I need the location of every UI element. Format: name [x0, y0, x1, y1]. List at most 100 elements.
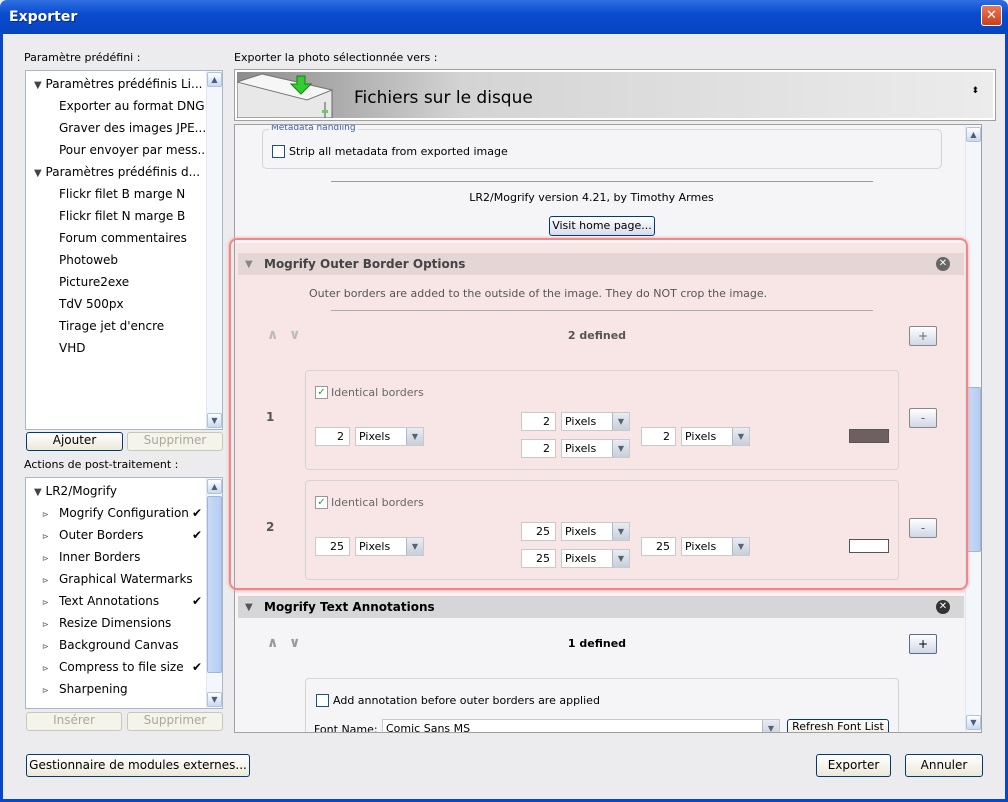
checkmark-icon: ✔ [192, 660, 203, 674]
preset-group-label: Paramètres prédéfinis d... [45, 165, 201, 179]
checkmark-icon: ✔ [192, 594, 203, 608]
text-section-header[interactable]: Mogrify Text Annotations [238, 596, 964, 618]
scroll-up-icon[interactable]: ▲ [207, 479, 222, 494]
preset-item[interactable]: Picture2exe [59, 275, 129, 289]
scroll-thumb[interactable] [207, 496, 222, 673]
scroll-up-icon[interactable]: ▲ [207, 72, 222, 87]
preset-item[interactable]: Graver des images JPE... [59, 121, 206, 135]
remove-preset-button[interactable]: Supprimer [127, 432, 223, 451]
action-label: Background Canvas [59, 638, 179, 652]
preset-item[interactable]: VHD [59, 341, 85, 355]
preset-group[interactable]: ▼ Paramètres prédéfinis d... [34, 165, 200, 179]
destination-label: Exporter la photo sélectionnée vers : [234, 51, 438, 64]
scroll-thumb[interactable] [966, 387, 981, 552]
expand-triangle-icon[interactable]: ▼ [34, 487, 42, 498]
close-button[interactable]: ✕ [981, 5, 1002, 26]
action-item[interactable]: ⊳ Graphical Watermarks [42, 572, 206, 586]
remove-action-button[interactable]: Supprimer [127, 712, 223, 731]
preset-group-label: Paramètres prédéfinis Li... [45, 77, 203, 91]
strip-metadata-checkbox[interactable] [272, 145, 285, 158]
action-item[interactable]: ⊳ Resize Dimensions [42, 616, 206, 630]
add-annotation-button[interactable]: + [909, 634, 937, 654]
scroll-up-icon[interactable]: ▲ [966, 127, 981, 142]
preset-item[interactable]: Flickr filet B marge N [59, 187, 185, 201]
preset-item[interactable]: TdV 500px [59, 297, 124, 311]
updown-icon: ⬍ [971, 86, 979, 96]
preset-item[interactable]: Exporter au format DNG [59, 99, 205, 113]
action-label: Graphical Watermarks [59, 572, 193, 586]
title-bar [0, 0, 1008, 34]
action-item[interactable]: ⊳ Inner Borders [42, 550, 206, 564]
export-button[interactable]: Exporter [816, 754, 891, 777]
action-label: Mogrify Configuration [59, 506, 189, 520]
scroll-down-icon[interactable]: ▼ [207, 413, 222, 428]
action-item[interactable]: ⊳ Background Canvas [42, 638, 206, 652]
highlight-outline [229, 238, 968, 590]
divider [331, 181, 873, 182]
actions-label: Actions de post-traitement : [24, 458, 179, 471]
arrow-right-icon: ⊳ [42, 620, 49, 629]
strip-metadata-label: Strip all metadata from exported image [289, 145, 508, 158]
arrow-right-icon: ⊳ [42, 598, 49, 607]
cancel-button[interactable]: Annuler [905, 754, 983, 777]
action-label: Inner Borders [59, 550, 141, 564]
arrow-right-icon: ⊳ [42, 554, 49, 563]
action-item[interactable]: ⊳ Outer Borders ✔ [42, 528, 206, 542]
checkmark-icon: ✔ [192, 506, 203, 520]
arrow-right-icon: ⊳ [42, 686, 49, 695]
version-text: LR2/Mogrify version 4.21, by Timothy Arm… [469, 191, 714, 204]
action-item[interactable]: ⊳ Text Annotations ✔ [42, 594, 206, 608]
scroll-down-icon[interactable]: ▼ [966, 715, 981, 730]
text-section-title: Mogrify Text Annotations [264, 600, 435, 614]
before-borders-checkbox[interactable] [316, 694, 329, 707]
actions-list[interactable]: ▼ LR2/Mogrify ⊳ Mogrify Configuration ✔ ⊳ Out… [25, 477, 223, 709]
insert-button[interactable]: Insérer [26, 712, 122, 731]
action-group[interactable]: ▼ LR2/Mogrify [34, 484, 117, 498]
arrow-right-icon: ⊳ [42, 532, 49, 541]
preset-group[interactable]: ▼ Paramètres prédéfinis Li... [34, 77, 202, 91]
add-preset-button[interactable]: Ajouter [26, 432, 123, 451]
destination-select[interactable]: Fichiers sur le disque ⬍ [234, 69, 996, 121]
preset-item[interactable]: Photoweb [59, 253, 118, 267]
scroll-down-icon[interactable]: ▼ [207, 692, 222, 707]
text-count: 1 defined [567, 637, 627, 650]
window-title: Exporter [9, 9, 78, 25]
hard-drive-icon [237, 73, 334, 118]
font-name-value: Comic Sans MS [386, 722, 471, 733]
action-label: Resize Dimensions [59, 616, 172, 630]
close-section-icon[interactable]: ✕ [936, 600, 950, 614]
action-label: Text Annotations [59, 594, 160, 608]
preset-item[interactable]: Pour envoyer par mess... [59, 143, 209, 157]
action-label: Outer Borders [59, 528, 144, 542]
metadata-legend: Metadata handling [269, 124, 358, 133]
before-borders-label: Add annotation before outer borders are … [333, 694, 600, 707]
expand-triangle-icon[interactable]: ▼ [34, 80, 42, 91]
preset-item[interactable]: Tirage jet d'encre [59, 319, 164, 333]
collapse-icon[interactable]: ▼ [245, 602, 253, 613]
visit-home-button[interactable]: Visit home page... [549, 216, 655, 236]
action-label: Sharpening [59, 682, 128, 696]
arrow-right-icon: ⊳ [42, 642, 49, 651]
action-group-label: LR2/Mogrify [45, 484, 117, 498]
font-name-label: Font Name: [314, 723, 378, 733]
expand-triangle-icon[interactable]: ▼ [34, 168, 42, 179]
action-item[interactable]: ⊳ Compress to file size ✔ [42, 660, 206, 674]
preset-item[interactable]: Flickr filet N marge B [59, 209, 185, 223]
preset-item[interactable]: Forum commentaires [59, 231, 187, 245]
destination-value: Fichiers sur le disque [354, 88, 533, 108]
refresh-font-button[interactable]: Refresh Font List [787, 719, 889, 732]
preset-scrollbar[interactable]: ▲ ▼ [206, 71, 222, 429]
preset-list[interactable]: ▼ Paramètres prédéfinis Li... Exporter au… [25, 70, 223, 430]
actions-scrollbar[interactable]: ▲ ▼ [206, 478, 222, 708]
arrow-right-icon: ⊳ [42, 510, 49, 519]
action-item[interactable]: ⊳ Mogrify Configuration ✔ [42, 506, 206, 520]
action-item[interactable]: ⊳ Sharpening [42, 682, 206, 696]
plugin-manager-button[interactable]: Gestionnaire de modules externes... [26, 754, 250, 777]
checkmark-icon: ✔ [192, 528, 203, 542]
font-name-select[interactable]: Comic Sans MS ▼ [382, 719, 780, 733]
preset-label: Paramètre prédéfini : [24, 51, 141, 64]
arrow-right-icon: ⊳ [42, 576, 49, 585]
chevron-down-icon: ▼ [762, 720, 779, 732]
action-label: Compress to file size [59, 660, 184, 674]
arrow-right-icon: ⊳ [42, 664, 49, 673]
